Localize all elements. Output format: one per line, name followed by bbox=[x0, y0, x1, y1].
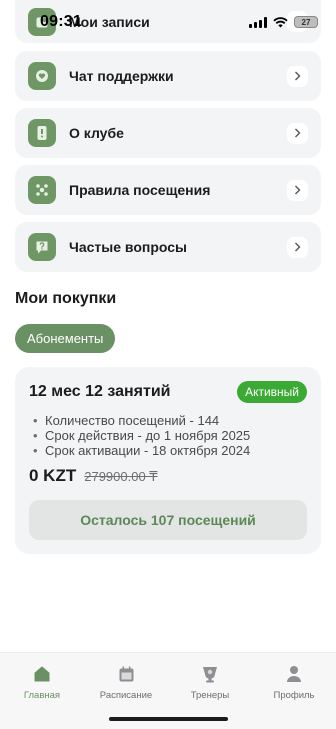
profile-icon bbox=[284, 664, 304, 684]
tab-label: Тренеры bbox=[190, 690, 230, 701]
trainer-icon bbox=[200, 664, 220, 684]
card-header: 12 мес 12 занятий Активный bbox=[29, 381, 307, 403]
status-badge: Активный bbox=[237, 381, 307, 403]
chevron-right-icon[interactable] bbox=[287, 236, 308, 258]
calendar-icon bbox=[116, 664, 136, 684]
home-indicator bbox=[109, 717, 228, 721]
heart-icon bbox=[28, 62, 56, 90]
tab-schedule[interactable]: Расписание bbox=[84, 664, 168, 701]
battery-level: 27 bbox=[301, 17, 311, 27]
tab-home[interactable]: Главная bbox=[0, 664, 84, 701]
detail-valid-until: Срок действия - до 1 ноября 2025 bbox=[29, 428, 307, 443]
tab-profile[interactable]: Профиль bbox=[252, 664, 336, 701]
price-row: 0 KZT 279900.00 ₸ bbox=[29, 466, 307, 486]
wifi-icon bbox=[273, 16, 288, 27]
battery-icon: 27 bbox=[294, 16, 318, 28]
menu-item-visit-rules[interactable]: Правила посещения bbox=[15, 165, 321, 215]
menu-item-label: Частые вопросы bbox=[69, 239, 187, 255]
subscriptions-filter-chip[interactable]: Абонементы bbox=[15, 324, 116, 353]
status-time: 09:31 bbox=[40, 13, 82, 30]
status-bar: 09:31 27 bbox=[0, 0, 336, 44]
menu-item-label: О клубе bbox=[69, 125, 124, 141]
tab-label: Главная bbox=[23, 690, 61, 701]
menu-item-label: Чат поддержки bbox=[69, 68, 174, 84]
info-icon bbox=[28, 119, 56, 147]
chevron-right-icon[interactable] bbox=[287, 122, 308, 144]
menu-item-faq[interactable]: Частые вопросы bbox=[15, 222, 321, 272]
tab-label: Расписание bbox=[99, 690, 153, 701]
old-price: 279900.00 ₸ bbox=[84, 469, 158, 484]
question-icon bbox=[28, 233, 56, 261]
tab-trainers[interactable]: Тренеры bbox=[168, 664, 252, 701]
cellular-signal-icon bbox=[249, 16, 267, 28]
menu-item-about-club[interactable]: О клубе bbox=[15, 108, 321, 158]
detail-visits-count: Количество посещений - 144 bbox=[29, 413, 307, 428]
tab-label: Профиль bbox=[273, 690, 315, 701]
home-icon bbox=[32, 664, 52, 684]
subscription-details: Количество посещений - 144 Срок действия… bbox=[29, 413, 307, 458]
current-price: 0 KZT bbox=[29, 466, 77, 485]
chevron-right-icon[interactable] bbox=[287, 65, 308, 87]
subscription-title: 12 мес 12 занятий bbox=[29, 383, 171, 400]
subscription-card[interactable]: 12 мес 12 занятий Активный Количество по… bbox=[15, 367, 321, 554]
detail-activation-date: Срок активации - 18 октября 2024 bbox=[29, 443, 307, 458]
status-icons: 27 bbox=[249, 16, 318, 28]
rules-icon bbox=[28, 176, 56, 204]
menu-item-support-chat[interactable]: Чат поддержки bbox=[15, 51, 321, 101]
remaining-visits-button[interactable]: Осталось 107 посещений bbox=[29, 500, 307, 540]
purchases-title: Мои покупки bbox=[15, 290, 117, 307]
menu-item-label: Правила посещения bbox=[69, 182, 211, 198]
chevron-right-icon[interactable] bbox=[287, 179, 308, 201]
